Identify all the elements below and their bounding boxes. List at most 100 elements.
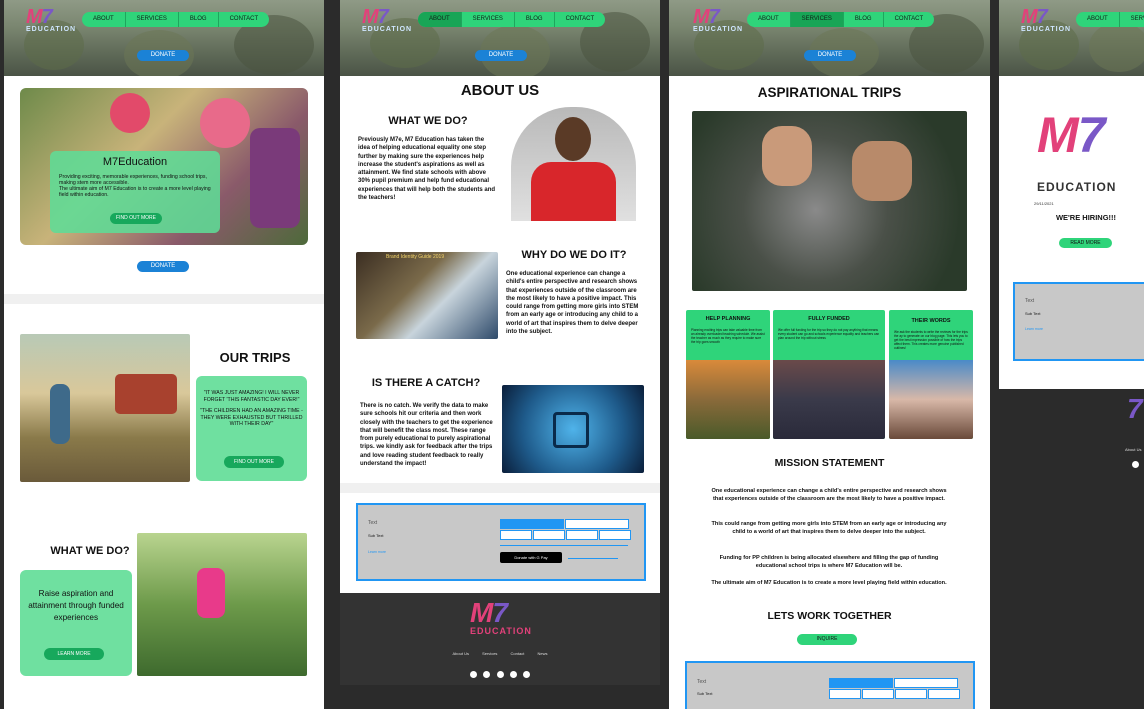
nav-blog[interactable]: BLOG: [844, 12, 884, 27]
footer-link-contact[interactable]: Contact: [511, 651, 525, 656]
footer-link-services[interactable]: Services: [482, 651, 497, 656]
catch-paragraph: There is no catch. We verify the data to…: [360, 403, 493, 468]
map-caption: Brand Identity Guide 2019: [386, 254, 445, 260]
donation-frequency-monthly[interactable]: [565, 519, 629, 529]
learn-more-button[interactable]: LEARN MORE: [44, 648, 104, 660]
donation-widget-title: Text: [1025, 298, 1035, 304]
logo[interactable]: M7 EDUCATION: [1021, 6, 1071, 33]
intro-card-title: M7Education: [102, 156, 168, 168]
why-heading: WHY DO WE DO IT?: [521, 249, 627, 261]
section-divider: [340, 483, 660, 493]
donation-widget: Text Sub Text: [685, 661, 975, 709]
nav-about[interactable]: ABOUT: [1076, 12, 1120, 27]
footer-logo: M7 EDUCATION: [470, 597, 532, 636]
facebook-icon[interactable]: [1132, 461, 1139, 468]
blog-post-logo: M7 EDUCATION: [1037, 107, 1117, 194]
testimonial-quote-1: "IT WAS JUST AMAZING! I WILL NEVER FORGE…: [203, 390, 300, 403]
nav-services[interactable]: SERVICES: [1120, 12, 1144, 27]
logo[interactable]: M7 EDUCATION: [362, 6, 412, 33]
footer-links: About Us Services Contact News: [340, 651, 660, 656]
donation-amount-1[interactable]: [829, 689, 861, 699]
footer-link-about[interactable]: About Us: [453, 651, 469, 656]
inquire-button[interactable]: INQUIRE: [797, 634, 857, 645]
donation-amount-1[interactable]: [500, 530, 532, 540]
social-icons: [340, 665, 660, 683]
home-page-panel: M7 EDUCATION ABOUT SERVICES BLOG CONTACT …: [4, 0, 324, 709]
nav-about[interactable]: ABOUT: [418, 12, 462, 27]
blog-post-headline: WE'RE HIRING!!!: [1055, 213, 1117, 222]
read-more-button[interactable]: READ MORE: [1059, 238, 1112, 248]
intro-card-body2: The ultimate aim of M7 Education is to c…: [59, 186, 211, 198]
founder-portrait: [511, 107, 636, 221]
main-nav: ABOUT SERVICES BLOG CONTACT: [82, 12, 270, 27]
nav-contact[interactable]: CONTACT: [219, 12, 270, 27]
donation-frequency-once[interactable]: [829, 678, 893, 688]
nav-services[interactable]: SERVICES: [462, 12, 515, 27]
donation-amount-4[interactable]: [599, 530, 631, 540]
donation-amount-3[interactable]: [566, 530, 598, 540]
twitter-icon[interactable]: [483, 671, 491, 678]
service-card-title: HELP PLANNING: [705, 316, 751, 322]
mission-para-3: Funding for PP children is being allocat…: [719, 555, 939, 570]
main-nav: ABOUT SERVICES BLOG CONTACT: [418, 12, 606, 27]
donation-amount-3[interactable]: [895, 689, 927, 699]
donate-button[interactable]: DONATE: [137, 261, 189, 272]
nav-blog[interactable]: BLOG: [515, 12, 555, 27]
donation-amount-4[interactable]: [928, 689, 960, 699]
donation-widget-subtitle: Sub Text: [368, 533, 384, 538]
donation-frequency-once[interactable]: [500, 519, 564, 529]
mission-para-2: This could range from getting more girls…: [711, 521, 947, 536]
logo[interactable]: M7 EDUCATION: [693, 6, 743, 33]
catch-heading: IS THERE A CATCH?: [371, 377, 481, 389]
google-pay-button[interactable]: Donate with G Pay: [500, 552, 562, 563]
zipline-image: [137, 533, 307, 676]
find-out-more-button[interactable]: FIND OUT MORE: [110, 213, 162, 224]
donation-frequency-monthly[interactable]: [894, 678, 958, 688]
intro-card-body: Providing exciting, memorable experience…: [59, 174, 207, 186]
donation-amount-slider[interactable]: [500, 545, 628, 546]
nav-blog[interactable]: BLOG: [179, 12, 219, 27]
donation-widget: Text Sub Text Learn more Donate with G P…: [356, 503, 646, 581]
youtube-icon[interactable]: [496, 671, 504, 678]
footer: M7 EDUCATION About Us Services Contact N…: [340, 593, 660, 685]
donation-widget: Text Sub Text Learn more: [1013, 282, 1144, 361]
testimonial-quote-2: "THE CHILDREN HAD AN AMAZING TIME - THEY…: [200, 408, 303, 427]
what-we-do-heading: WHAT WE DO?: [388, 115, 468, 127]
nav-about[interactable]: ABOUT: [747, 12, 791, 27]
service-card-image: [686, 360, 770, 439]
services-title: ASPIRATIONAL TRIPS: [757, 85, 902, 100]
what-we-do-body: Raise aspiration and attainment through …: [28, 589, 124, 622]
nav-services[interactable]: SERVICES: [126, 12, 179, 27]
donate-button-top[interactable]: DONATE: [804, 50, 856, 61]
donation-widget-link[interactable]: Learn more: [368, 550, 386, 554]
services-page-panel: M7 EDUCATION ABOUT SERVICES BLOG CONTACT …: [669, 0, 990, 709]
donation-amount-2[interactable]: [862, 689, 894, 699]
nav-contact[interactable]: CONTACT: [884, 12, 935, 27]
instagram-icon[interactable]: [509, 671, 517, 678]
security-image: [502, 385, 644, 473]
nav-about[interactable]: ABOUT: [82, 12, 126, 27]
other-payment-link[interactable]: [568, 558, 618, 559]
donation-amount-2[interactable]: [533, 530, 565, 540]
nav-services[interactable]: SERVICES: [790, 12, 844, 27]
tiktok-icon[interactable]: [523, 671, 531, 678]
footer-link-news[interactable]: News: [537, 651, 547, 656]
service-card-body: We offer full funding for the trip so th…: [778, 328, 880, 340]
map-image: Brand Identity Guide 2019: [356, 252, 498, 339]
main-nav: ABOUT SERVICES: [1076, 12, 1144, 27]
facebook-icon[interactable]: [469, 671, 477, 678]
testimonial-card: "IT WAS JUST AMAZING! I WILL NEVER FORGE…: [196, 376, 307, 481]
logo[interactable]: M7 EDUCATION: [26, 6, 76, 33]
nav-contact[interactable]: CONTACT: [555, 12, 606, 27]
donate-button-top[interactable]: DONATE: [137, 50, 189, 61]
service-card-image: [773, 360, 885, 439]
mission-para-1: One educational experience can change a …: [711, 488, 947, 503]
what-we-do-card: Raise aspiration and attainment through …: [20, 570, 132, 676]
donate-button-top[interactable]: DONATE: [475, 50, 527, 61]
footer-text[interactable]: About Us: [1125, 447, 1141, 452]
main-nav: ABOUT SERVICES BLOG CONTACT: [747, 12, 935, 27]
section-divider: [4, 294, 324, 304]
donation-widget-link[interactable]: Learn more: [1025, 327, 1043, 331]
trips-find-out-more-button[interactable]: FIND OUT MORE: [224, 456, 284, 468]
footer-logo: 7: [1127, 393, 1143, 424]
